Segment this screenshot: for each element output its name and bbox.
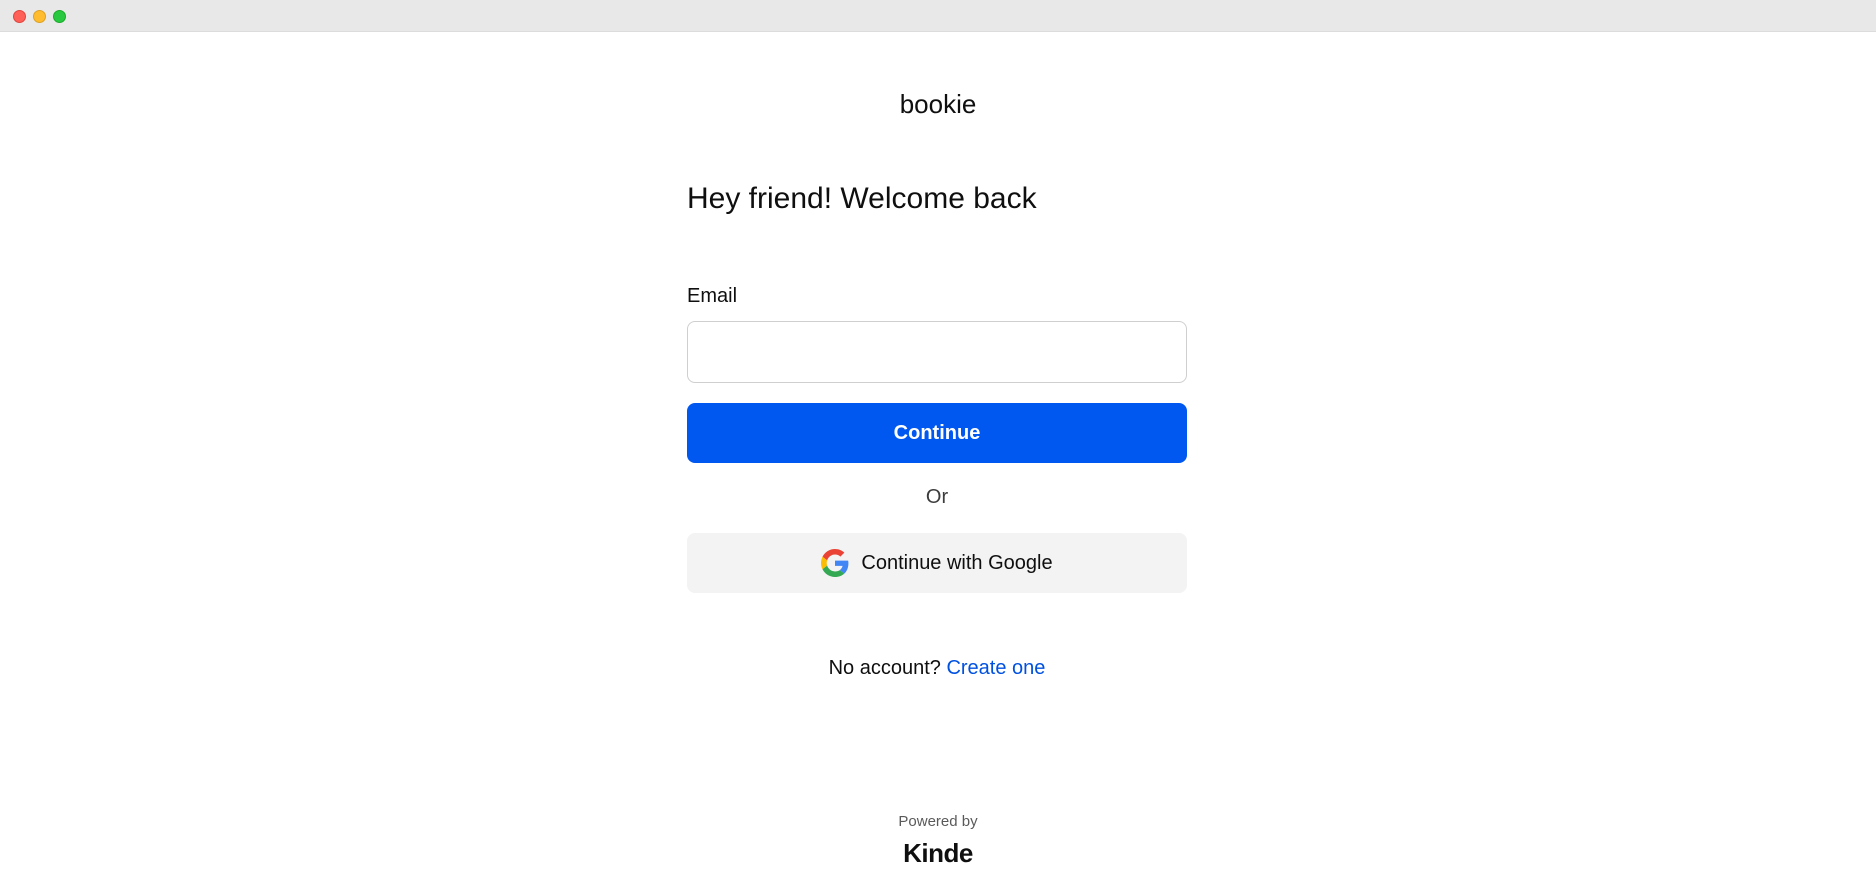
kinde-logo[interactable]: Kinde (0, 838, 1876, 868)
google-icon (821, 549, 849, 577)
google-button-label: Continue with Google (861, 551, 1053, 574)
window-titlebar (0, 0, 1876, 32)
continue-with-google-button[interactable]: Continue with Google (687, 533, 1187, 593)
page-title: Hey friend! Welcome back (687, 182, 1037, 215)
powered-by-text: Powered by (898, 813, 978, 830)
or-divider: Or (925, 486, 949, 508)
signup-prompt: No account? Create one (687, 654, 1187, 682)
email-label: Email (687, 285, 738, 307)
browser-window: bookie Hey friend! Welcome back Email Co… (0, 0, 1876, 884)
login-card: Hey friend! Welcome back Email Continue … (687, 180, 1187, 679)
continue-button[interactable]: Continue (687, 403, 1187, 463)
create-account-link[interactable]: Create one (946, 657, 1045, 679)
minimize-window-button[interactable] (33, 10, 46, 23)
email-field[interactable] (687, 321, 1187, 383)
signup-prompt-text: No account? (828, 657, 941, 679)
close-window-button[interactable] (13, 10, 26, 23)
maximize-window-button[interactable] (53, 10, 66, 23)
brand-logo-text: bookie (899, 89, 977, 119)
